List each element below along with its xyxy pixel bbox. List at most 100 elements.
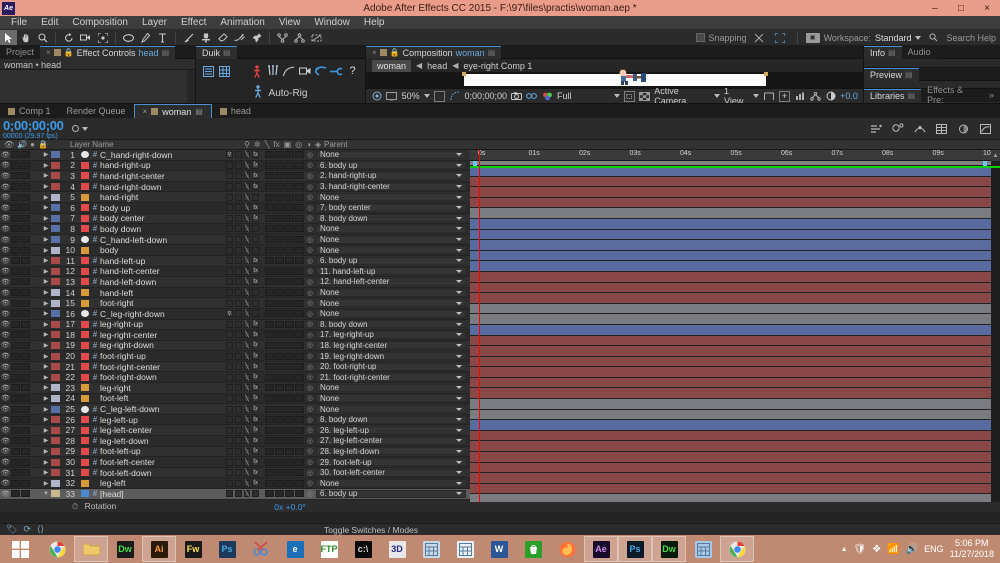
duik-help-icon[interactable]: ? [346, 65, 359, 77]
duik-curve-icon[interactable] [282, 65, 295, 77]
quality-switch[interactable]: ╲ [243, 405, 251, 413]
layer-solo-toggle[interactable] [21, 469, 30, 477]
layer-solo-toggle[interactable] [21, 416, 30, 424]
motion-blur-switch[interactable] [275, 331, 284, 339]
collapse-switch[interactable] [234, 426, 242, 434]
adjustment-switch[interactable] [285, 490, 294, 498]
motion-blur-switch[interactable] [275, 172, 284, 180]
quality-switch[interactable]: ╲ [243, 469, 251, 477]
hand-tool-icon[interactable] [17, 30, 34, 45]
layer-label-color[interactable] [51, 394, 60, 402]
layer-audio-toggle[interactable] [11, 267, 20, 275]
layer-label-color[interactable] [51, 172, 60, 180]
duik-autorig-row[interactable]: Auto-Rig [196, 83, 365, 103]
layer-name[interactable]: [head] [100, 489, 226, 499]
adjustment-switch[interactable] [285, 246, 294, 254]
layer-expand-arrow-icon[interactable]: ▶ [41, 363, 51, 370]
layer-expand-arrow-icon[interactable]: ▶ [41, 204, 51, 211]
motion-blur-switch[interactable] [275, 267, 284, 275]
parent-dropdown[interactable]: 29. foot-left-up [316, 458, 466, 467]
layer-solo-toggle[interactable] [21, 172, 30, 180]
parent-dropdown[interactable]: 28. leg-left-down [316, 447, 466, 456]
taskbar-fireworks[interactable]: Fw [176, 536, 210, 562]
parent-pickwhip-icon[interactable]: ◎ [304, 469, 316, 477]
layer-expand-arrow-icon[interactable]: ▶ [41, 416, 51, 423]
layer-audio-toggle[interactable] [11, 320, 20, 328]
layer-duration-bar[interactable] [470, 250, 1000, 262]
layer-visibility-toggle[interactable]: 👁 [0, 490, 11, 498]
layer-duration-bar[interactable] [470, 293, 1000, 304]
parent-chevron-down-icon[interactable] [456, 238, 462, 242]
frame-blend-switch[interactable] [265, 426, 274, 434]
layer-expand-arrow-icon[interactable]: ▶ [41, 427, 51, 434]
pixel-aspect-icon[interactable] [763, 91, 775, 102]
layer-name[interactable]: leg-right-down [100, 340, 226, 350]
layer-name[interactable]: hand-left [100, 288, 226, 298]
motion-blur-switch[interactable] [275, 289, 284, 297]
parent-chevron-down-icon[interactable] [456, 185, 462, 189]
layer-visibility-toggle[interactable]: 👁 [0, 458, 11, 466]
three-d-switch[interactable] [295, 193, 304, 201]
search-help-label[interactable]: Search Help [946, 33, 996, 43]
table-row[interactable]: 👁 ▶ 4 # hand-right-down ╲ fx ◎ 3. hand-right-cen… [0, 182, 470, 193]
adjustment-switch[interactable] [285, 405, 294, 413]
collapse-switch[interactable] [234, 246, 242, 254]
three-d-switch[interactable] [295, 310, 304, 318]
parent-dropdown[interactable]: 2. hand-right-up [316, 171, 466, 180]
adjustment-switch[interactable] [285, 161, 294, 169]
pen-tool-icon[interactable] [137, 30, 154, 45]
adjustment-switch[interactable] [285, 437, 294, 445]
rotation-tool-icon[interactable] [60, 30, 77, 45]
layer-duration-bar[interactable] [470, 187, 1000, 198]
taskbar-presentation-app[interactable] [686, 536, 720, 562]
motion-blur-switch[interactable] [275, 299, 284, 307]
layer-name[interactable]: leg-right [100, 383, 226, 393]
effects-switch[interactable]: fx [252, 267, 259, 275]
motion-blur-switch[interactable] [275, 426, 284, 434]
safe-zones-icon[interactable] [433, 90, 446, 102]
layer-label-color[interactable] [51, 447, 60, 455]
layer-solo-toggle[interactable] [21, 394, 30, 402]
motion-blur-switch[interactable] [275, 394, 284, 402]
effects-switch[interactable]: fx [252, 151, 259, 159]
quality-switch[interactable]: ╲ [243, 320, 251, 328]
layer-name[interactable]: hand-left-up [100, 256, 226, 266]
parent-pickwhip-icon[interactable]: ◎ [304, 193, 316, 201]
adjustment-switch[interactable] [285, 479, 294, 487]
layer-visibility-toggle[interactable]: 👁 [0, 267, 11, 275]
effects-switch[interactable]: fx [252, 394, 259, 402]
effects-switch[interactable]: fx [252, 458, 259, 466]
adjustment-switch[interactable] [285, 257, 294, 265]
layer-visibility-toggle[interactable]: 👁 [0, 257, 11, 265]
shy-switch[interactable] [226, 479, 233, 487]
layer-expand-arrow-icon[interactable]: ▶ [41, 321, 51, 328]
layer-name[interactable]: leg-right-center [100, 330, 226, 340]
layer-solo-toggle[interactable] [21, 278, 30, 286]
frame-blend-switch[interactable] [265, 458, 274, 466]
shy-switch[interactable] [226, 183, 233, 191]
parent-chevron-down-icon[interactable] [456, 343, 462, 347]
layer-solo-toggle[interactable] [21, 447, 30, 455]
quality-switch[interactable]: ╲ [243, 341, 251, 349]
layer-visibility-toggle[interactable]: 👁 [0, 341, 11, 349]
parent-chevron-down-icon[interactable] [456, 259, 462, 263]
collapse-switch[interactable] [234, 151, 242, 159]
adjustment-switch[interactable] [285, 416, 294, 424]
three-d-switch[interactable] [295, 225, 304, 233]
layer-duration-bar[interactable] [470, 303, 1000, 315]
shy-switch[interactable] [226, 299, 233, 307]
parent-chevron-down-icon[interactable] [456, 195, 462, 199]
parent-pickwhip-icon[interactable]: ◎ [304, 437, 316, 445]
hide-shy-layers-icon[interactable] [913, 122, 926, 135]
layer-visibility-toggle[interactable]: 👁 [0, 363, 11, 371]
layer-visibility-toggle[interactable]: 👁 [0, 299, 11, 307]
parent-dropdown[interactable]: 8. body down [316, 415, 466, 424]
parent-chevron-down-icon[interactable] [456, 206, 462, 210]
layer-expand-arrow-icon[interactable]: ▶ [41, 236, 51, 243]
duik-list-icon[interactable] [202, 65, 214, 77]
dropbox-icon[interactable]: ❖ [872, 544, 881, 555]
layer-label-color[interactable] [51, 310, 60, 318]
toggle-switches-modes-button[interactable]: Toggle Switches / Modes [324, 525, 418, 535]
motion-blur-switch[interactable] [275, 257, 284, 265]
layer-visibility-toggle[interactable]: 👁 [0, 352, 11, 360]
